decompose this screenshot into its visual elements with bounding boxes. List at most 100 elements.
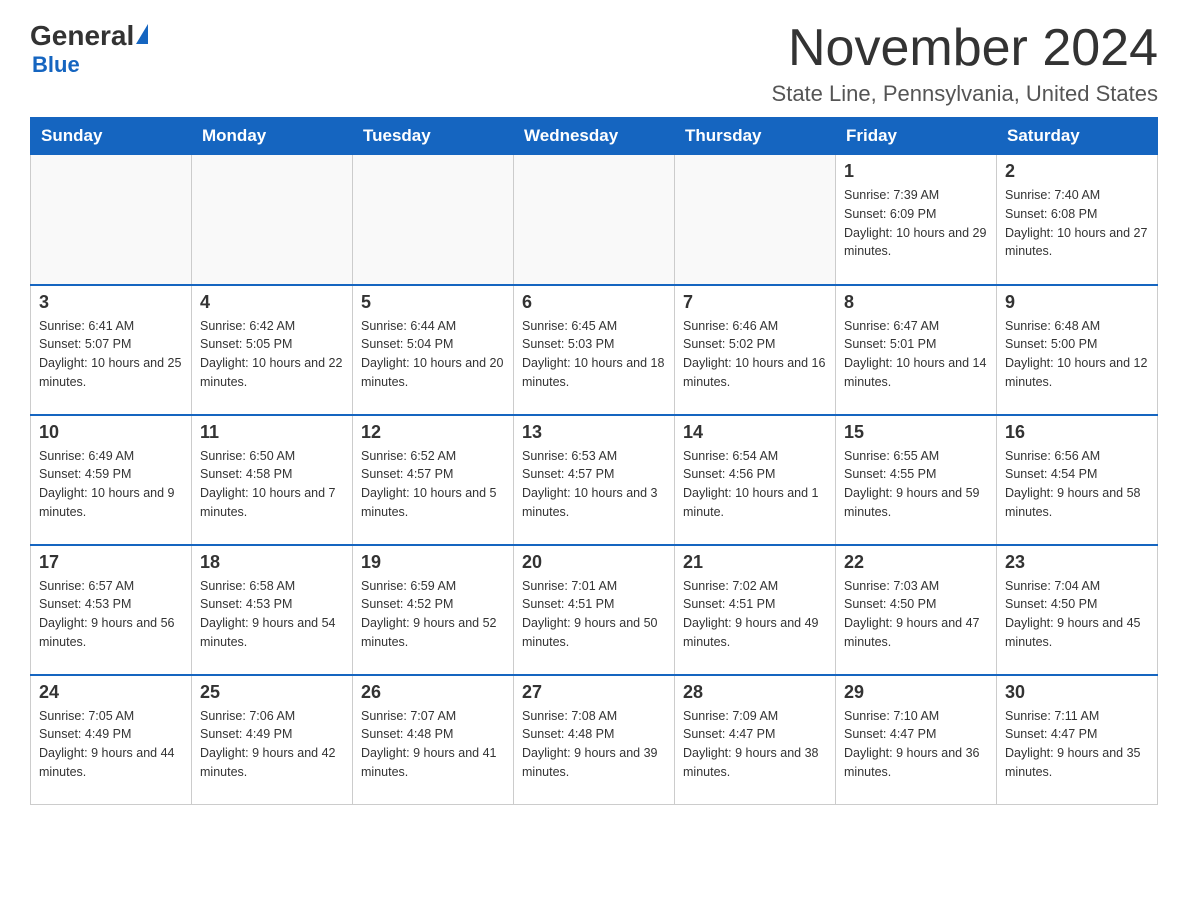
day-number: 23 xyxy=(1005,552,1149,573)
calendar-cell xyxy=(514,155,675,285)
calendar-cell: 12 Sunrise: 6:52 AMSunset: 4:57 PMDayligh… xyxy=(353,415,514,545)
logo: General Blue xyxy=(30,20,148,78)
day-of-week-header: Wednesday xyxy=(514,118,675,155)
day-number: 18 xyxy=(200,552,344,573)
day-info: Sunrise: 6:45 AMSunset: 5:03 PMDaylight:… xyxy=(522,317,666,392)
calendar-week-row: 1 Sunrise: 7:39 AMSunset: 6:09 PMDaylight… xyxy=(31,155,1158,285)
month-title: November 2024 xyxy=(772,20,1158,77)
calendar-cell: 8 Sunrise: 6:47 AMSunset: 5:01 PMDaylight… xyxy=(836,285,997,415)
calendar-cell: 1 Sunrise: 7:39 AMSunset: 6:09 PMDaylight… xyxy=(836,155,997,285)
day-info: Sunrise: 6:52 AMSunset: 4:57 PMDaylight:… xyxy=(361,447,505,522)
calendar-cell: 9Sunrise: 6:48 AMSunset: 5:00 PMDaylight… xyxy=(997,285,1158,415)
day-info: Sunrise: 6:55 AMSunset: 4:55 PMDaylight:… xyxy=(844,447,988,522)
day-number: 10 xyxy=(39,422,183,443)
location-title: State Line, Pennsylvania, United States xyxy=(772,81,1158,107)
day-info: Sunrise: 6:54 AMSunset: 4:56 PMDaylight:… xyxy=(683,447,827,522)
calendar-week-row: 10 Sunrise: 6:49 AMSunset: 4:59 PMDayligh… xyxy=(31,415,1158,545)
day-of-week-header: Tuesday xyxy=(353,118,514,155)
day-number: 1 xyxy=(844,161,988,182)
calendar-cell: 4Sunrise: 6:42 AMSunset: 5:05 PMDaylight… xyxy=(192,285,353,415)
day-number: 26 xyxy=(361,682,505,703)
day-info: Sunrise: 7:08 AMSunset: 4:48 PMDaylight:… xyxy=(522,707,666,782)
day-info: Sunrise: 6:53 AMSunset: 4:57 PMDaylight:… xyxy=(522,447,666,522)
day-number: 8 xyxy=(844,292,988,313)
calendar-week-row: 24 Sunrise: 7:05 AMSunset: 4:49 PMDayligh… xyxy=(31,675,1158,805)
calendar-cell: 22 Sunrise: 7:03 AMSunset: 4:50 PMDayligh… xyxy=(836,545,997,675)
day-number: 15 xyxy=(844,422,988,443)
day-info: Sunrise: 6:44 AMSunset: 5:04 PMDaylight:… xyxy=(361,317,505,392)
title-area: November 2024 State Line, Pennsylvania, … xyxy=(772,20,1158,107)
logo-triangle-icon xyxy=(136,24,148,44)
day-info: Sunrise: 7:09 AMSunset: 4:47 PMDaylight:… xyxy=(683,707,827,782)
calendar-cell: 19 Sunrise: 6:59 AMSunset: 4:52 PMDayligh… xyxy=(353,545,514,675)
day-number: 30 xyxy=(1005,682,1149,703)
calendar-table: SundayMondayTuesdayWednesdayThursdayFrid… xyxy=(30,117,1158,805)
day-info: Sunrise: 6:46 AMSunset: 5:02 PMDaylight:… xyxy=(683,317,827,392)
calendar-week-row: 3 Sunrise: 6:41 AMSunset: 5:07 PMDaylight… xyxy=(31,285,1158,415)
day-info: Sunrise: 7:05 AMSunset: 4:49 PMDaylight:… xyxy=(39,707,183,782)
day-number: 11 xyxy=(200,422,344,443)
calendar-cell: 3 Sunrise: 6:41 AMSunset: 5:07 PMDaylight… xyxy=(31,285,192,415)
day-of-week-header: Friday xyxy=(836,118,997,155)
calendar-cell: 23 Sunrise: 7:04 AMSunset: 4:50 PMDayligh… xyxy=(997,545,1158,675)
day-info: Sunrise: 7:40 AMSunset: 6:08 PMDaylight:… xyxy=(1005,186,1149,261)
day-of-week-header: Sunday xyxy=(31,118,192,155)
day-number: 12 xyxy=(361,422,505,443)
day-info: Sunrise: 7:07 AMSunset: 4:48 PMDaylight:… xyxy=(361,707,505,782)
calendar-cell: 5 Sunrise: 6:44 AMSunset: 5:04 PMDaylight… xyxy=(353,285,514,415)
calendar-cell: 21 Sunrise: 7:02 AMSunset: 4:51 PMDayligh… xyxy=(675,545,836,675)
day-info: Sunrise: 6:47 AMSunset: 5:01 PMDaylight:… xyxy=(844,317,988,392)
calendar-cell: 26 Sunrise: 7:07 AMSunset: 4:48 PMDayligh… xyxy=(353,675,514,805)
day-info: Sunrise: 6:49 AMSunset: 4:59 PMDaylight:… xyxy=(39,447,183,522)
day-number: 24 xyxy=(39,682,183,703)
day-number: 7 xyxy=(683,292,827,313)
day-info: Sunrise: 6:59 AMSunset: 4:52 PMDaylight:… xyxy=(361,577,505,652)
day-info: Sunrise: 6:56 AMSunset: 4:54 PMDaylight:… xyxy=(1005,447,1149,522)
calendar-cell: 2Sunrise: 7:40 AMSunset: 6:08 PMDaylight… xyxy=(997,155,1158,285)
day-number: 3 xyxy=(39,292,183,313)
calendar-cell: 18 Sunrise: 6:58 AMSunset: 4:53 PMDayligh… xyxy=(192,545,353,675)
calendar-cell: 15 Sunrise: 6:55 AMSunset: 4:55 PMDayligh… xyxy=(836,415,997,545)
day-info: Sunrise: 7:02 AMSunset: 4:51 PMDaylight:… xyxy=(683,577,827,652)
day-number: 19 xyxy=(361,552,505,573)
day-number: 4 xyxy=(200,292,344,313)
day-of-week-header: Thursday xyxy=(675,118,836,155)
calendar-header-row: SundayMondayTuesdayWednesdayThursdayFrid… xyxy=(31,118,1158,155)
calendar-cell: 16Sunrise: 6:56 AMSunset: 4:54 PMDayligh… xyxy=(997,415,1158,545)
logo-blue: Blue xyxy=(32,52,80,78)
calendar-week-row: 17Sunrise: 6:57 AMSunset: 4:53 PMDayligh… xyxy=(31,545,1158,675)
day-info: Sunrise: 7:06 AMSunset: 4:49 PMDaylight:… xyxy=(200,707,344,782)
day-number: 14 xyxy=(683,422,827,443)
day-number: 17 xyxy=(39,552,183,573)
day-number: 5 xyxy=(361,292,505,313)
day-number: 25 xyxy=(200,682,344,703)
day-info: Sunrise: 6:41 AMSunset: 5:07 PMDaylight:… xyxy=(39,317,183,392)
day-number: 6 xyxy=(522,292,666,313)
calendar-cell xyxy=(31,155,192,285)
day-info: Sunrise: 7:03 AMSunset: 4:50 PMDaylight:… xyxy=(844,577,988,652)
day-number: 22 xyxy=(844,552,988,573)
page-header: General Blue November 2024 State Line, P… xyxy=(30,20,1158,107)
day-number: 21 xyxy=(683,552,827,573)
calendar-cell: 13Sunrise: 6:53 AMSunset: 4:57 PMDayligh… xyxy=(514,415,675,545)
calendar-cell: 11 Sunrise: 6:50 AMSunset: 4:58 PMDayligh… xyxy=(192,415,353,545)
calendar-cell: 20Sunrise: 7:01 AMSunset: 4:51 PMDayligh… xyxy=(514,545,675,675)
calendar-cell: 27Sunrise: 7:08 AMSunset: 4:48 PMDayligh… xyxy=(514,675,675,805)
calendar-cell: 17Sunrise: 6:57 AMSunset: 4:53 PMDayligh… xyxy=(31,545,192,675)
day-info: Sunrise: 7:01 AMSunset: 4:51 PMDaylight:… xyxy=(522,577,666,652)
day-info: Sunrise: 7:04 AMSunset: 4:50 PMDaylight:… xyxy=(1005,577,1149,652)
calendar-cell: 6 Sunrise: 6:45 AMSunset: 5:03 PMDaylight… xyxy=(514,285,675,415)
calendar-cell: 29Sunrise: 7:10 AMSunset: 4:47 PMDayligh… xyxy=(836,675,997,805)
calendar-cell: 28Sunrise: 7:09 AMSunset: 4:47 PMDayligh… xyxy=(675,675,836,805)
day-info: Sunrise: 6:50 AMSunset: 4:58 PMDaylight:… xyxy=(200,447,344,522)
calendar-cell xyxy=(353,155,514,285)
calendar-cell xyxy=(675,155,836,285)
day-info: Sunrise: 7:10 AMSunset: 4:47 PMDaylight:… xyxy=(844,707,988,782)
calendar-cell: 24 Sunrise: 7:05 AMSunset: 4:49 PMDayligh… xyxy=(31,675,192,805)
day-info: Sunrise: 7:39 AMSunset: 6:09 PMDaylight:… xyxy=(844,186,988,261)
calendar-cell: 10 Sunrise: 6:49 AMSunset: 4:59 PMDayligh… xyxy=(31,415,192,545)
day-of-week-header: Monday xyxy=(192,118,353,155)
day-info: Sunrise: 7:11 AMSunset: 4:47 PMDaylight:… xyxy=(1005,707,1149,782)
calendar-cell xyxy=(192,155,353,285)
day-info: Sunrise: 6:58 AMSunset: 4:53 PMDaylight:… xyxy=(200,577,344,652)
